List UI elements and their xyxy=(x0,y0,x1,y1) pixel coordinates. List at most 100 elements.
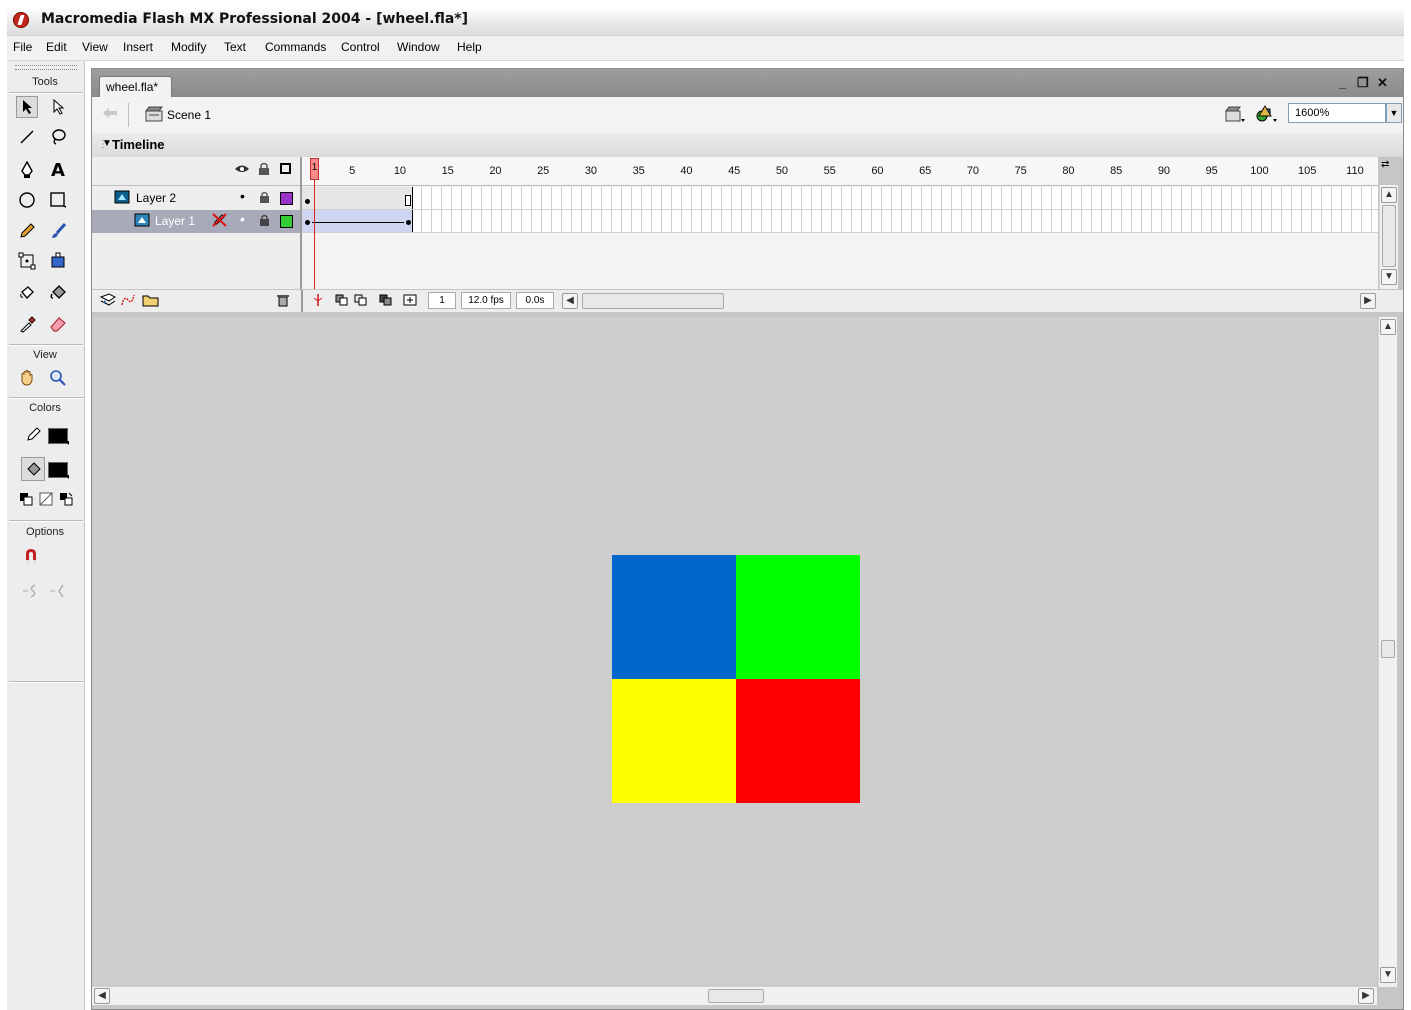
motion-tween-layer-1[interactable] xyxy=(302,210,413,232)
eye-icon[interactable] xyxy=(234,163,250,178)
stroke-color-swatch[interactable] xyxy=(48,428,69,445)
edit-scene-icon[interactable] xyxy=(1224,105,1246,126)
menu-help[interactable]: Help xyxy=(457,40,482,54)
text-tool-icon[interactable]: A xyxy=(47,159,69,181)
scroll-thumb[interactable] xyxy=(1382,205,1396,267)
add-motion-guide-icon[interactable] xyxy=(120,293,136,310)
black-white-icon[interactable] xyxy=(17,490,35,508)
scroll-thumb[interactable] xyxy=(1381,640,1395,658)
stage-hscroll[interactable]: ◀ ▶ xyxy=(92,986,1377,1005)
layer-row-layer-1[interactable]: Layer 1 • xyxy=(92,210,300,233)
minimize-icon[interactable]: _ xyxy=(1339,75,1346,90)
frame-ruler[interactable]: 1510152025303540455055606570758085909510… xyxy=(302,157,1378,186)
zoom-tool-icon[interactable] xyxy=(47,367,69,389)
fill-color-icon[interactable] xyxy=(21,457,45,481)
layer-row-layer-2[interactable]: Layer 2 • xyxy=(92,187,300,210)
document-tab[interactable]: wheel.fla* xyxy=(99,76,172,98)
onion-skin-outlines-icon[interactable] xyxy=(354,294,368,309)
frames-row-layer-1[interactable] xyxy=(302,210,1378,233)
menu-control[interactable]: Control xyxy=(341,40,380,54)
insert-layer-icon[interactable] xyxy=(99,293,116,310)
subselection-tool-icon[interactable] xyxy=(47,96,69,118)
timeline-vscroll[interactable]: ▲ ▼ xyxy=(1379,185,1398,289)
playhead[interactable]: 1 xyxy=(310,158,319,180)
blue-quadrant[interactable] xyxy=(612,555,736,679)
scroll-up-icon[interactable]: ▲ xyxy=(1380,319,1396,335)
insert-layer-folder-icon[interactable] xyxy=(142,293,160,310)
fill-transform-tool-icon[interactable] xyxy=(47,250,69,272)
visibility-dot-icon[interactable]: • xyxy=(240,188,245,204)
edit-multiple-frames-icon[interactable] xyxy=(379,294,393,309)
yellow-quadrant[interactable] xyxy=(612,679,736,803)
scroll-right-icon[interactable]: ▶ xyxy=(1360,293,1376,309)
hand-tool-icon[interactable] xyxy=(16,367,38,389)
menu-window[interactable]: Window xyxy=(397,40,440,54)
frames-row-layer-2[interactable] xyxy=(302,187,1378,210)
red-quadrant[interactable] xyxy=(736,679,860,803)
layer-outline-color[interactable] xyxy=(280,215,293,228)
back-arrow-icon[interactable] xyxy=(102,107,118,122)
menu-insert[interactable]: Insert xyxy=(123,40,153,54)
collapse-triangle-icon[interactable]: ▼ xyxy=(102,138,112,149)
eyedropper-tool-icon[interactable] xyxy=(16,313,38,335)
stage-vscroll[interactable]: ▲ ▼ xyxy=(1378,317,1397,987)
no-color-icon[interactable] xyxy=(37,490,55,508)
rectangle-tool-icon[interactable] xyxy=(47,189,69,211)
snap-to-objects-icon[interactable] xyxy=(20,545,42,567)
lock-icon[interactable] xyxy=(258,162,270,179)
onion-skin-icon[interactable] xyxy=(335,294,349,309)
free-transform-tool-icon[interactable] xyxy=(16,250,38,272)
line-tool-icon[interactable] xyxy=(16,126,38,148)
center-frame-icon[interactable] xyxy=(312,293,324,310)
oval-tool-icon[interactable] xyxy=(16,189,38,211)
timeline-options-icon[interactable]: ⇄ xyxy=(1381,159,1389,170)
document-window: wheel.fla* _ ❐ ✕ Scene 1 1600% ▼ ⋮ ▼ Tim… xyxy=(91,68,1404,1010)
brush-tool-icon[interactable] xyxy=(47,220,69,242)
modify-onion-markers-icon[interactable] xyxy=(403,294,417,309)
paint-bucket-tool-icon[interactable] xyxy=(47,282,69,304)
close-icon[interactable]: ✕ xyxy=(1377,75,1388,91)
scroll-up-icon[interactable]: ▲ xyxy=(1381,187,1397,203)
timeline-header[interactable]: ⋮ ▼ Timeline xyxy=(92,133,1403,158)
color-wheel-graphic[interactable] xyxy=(612,555,860,803)
green-quadrant[interactable] xyxy=(736,555,860,679)
layer-lock-icon[interactable] xyxy=(259,214,270,230)
edit-symbols-icon[interactable] xyxy=(1255,105,1279,126)
menu-file[interactable]: File xyxy=(13,40,32,54)
frame-rate-field[interactable]: 12.0 fps xyxy=(461,292,511,309)
layer-lock-icon[interactable] xyxy=(259,191,270,207)
frames-area[interactable]: 1510152025303540455055606570758085909510… xyxy=(302,157,1378,307)
fill-color-swatch[interactable] xyxy=(48,462,69,479)
scroll-right-icon[interactable]: ▶ xyxy=(1358,988,1374,1004)
scroll-left-icon[interactable]: ◀ xyxy=(562,293,578,309)
menu-commands[interactable]: Commands xyxy=(265,40,326,54)
scene-label[interactable]: Scene 1 xyxy=(167,108,211,122)
menu-modify[interactable]: Modify xyxy=(171,40,206,54)
panel-grip[interactable] xyxy=(15,65,77,70)
stage-area[interactable] xyxy=(92,317,1377,985)
menu-view[interactable]: View xyxy=(82,40,108,54)
zoom-dropdown-icon[interactable]: ▼ xyxy=(1386,103,1402,123)
zoom-input[interactable]: 1600% xyxy=(1288,103,1386,123)
eraser-tool-icon[interactable] xyxy=(47,313,69,335)
menu-edit[interactable]: Edit xyxy=(46,40,67,54)
pencil-tool-icon[interactable] xyxy=(16,220,38,242)
scroll-thumb[interactable] xyxy=(708,989,764,1003)
restore-icon[interactable]: ❐ xyxy=(1357,75,1369,91)
lasso-tool-icon[interactable] xyxy=(47,126,69,148)
outline-icon[interactable] xyxy=(280,163,291,174)
pencil-crossed-icon[interactable] xyxy=(212,213,228,230)
pen-tool-icon[interactable] xyxy=(16,159,38,181)
delete-layer-icon[interactable] xyxy=(276,293,290,310)
timeline-hscroll-thumb[interactable] xyxy=(582,293,724,309)
arrow-tool-icon[interactable] xyxy=(16,96,38,118)
keyframe-span-layer-2[interactable] xyxy=(302,187,413,209)
scroll-left-icon[interactable]: ◀ xyxy=(94,988,110,1004)
ink-bottle-tool-icon[interactable] xyxy=(16,282,38,304)
scroll-down-icon[interactable]: ▼ xyxy=(1381,269,1397,285)
visibility-dot-icon[interactable]: • xyxy=(240,211,245,227)
layer-outline-color[interactable] xyxy=(280,192,293,205)
scroll-down-icon[interactable]: ▼ xyxy=(1380,967,1396,983)
menu-text[interactable]: Text xyxy=(224,40,246,54)
swap-colors-icon[interactable] xyxy=(57,490,75,508)
